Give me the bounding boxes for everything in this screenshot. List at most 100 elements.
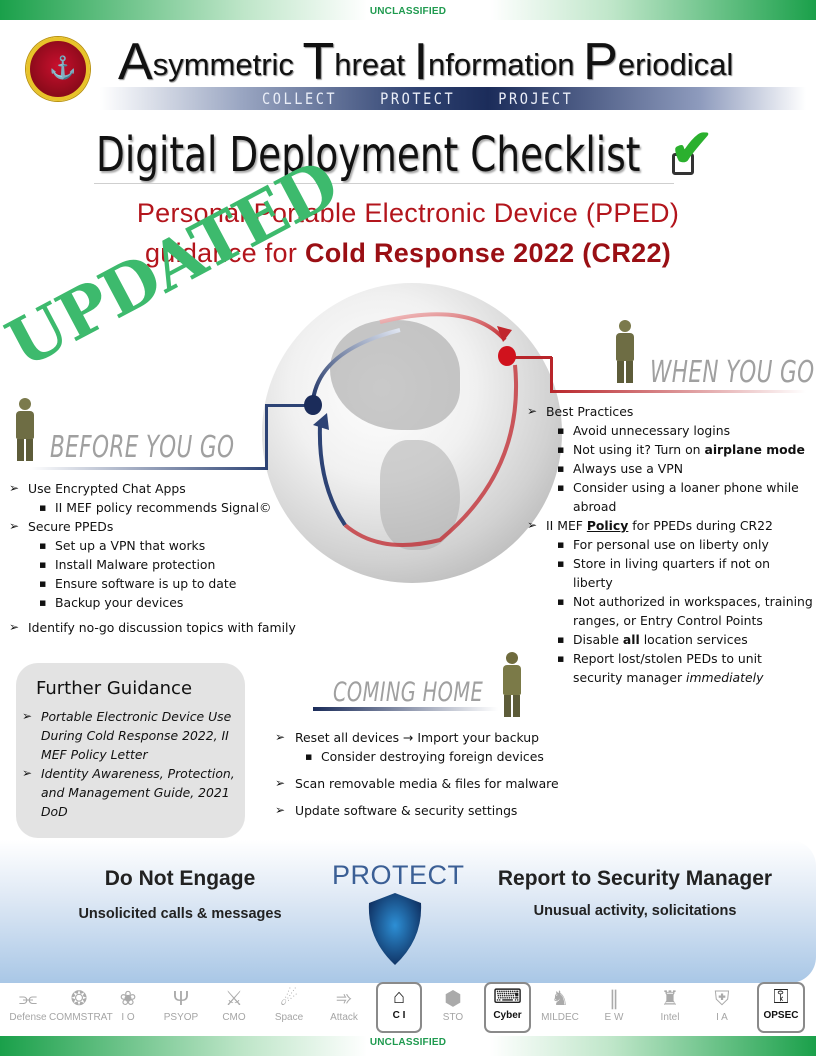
when-connector bbox=[550, 357, 553, 393]
officer-walking-icon bbox=[497, 652, 527, 717]
spy-hat-glasses-icon: ⌂ bbox=[392, 986, 406, 1008]
capability-label: Intel bbox=[660, 1012, 680, 1023]
home-connector bbox=[313, 707, 498, 711]
capability-io[interactable]: ❀ I O bbox=[103, 986, 153, 1034]
item-text: II MEF bbox=[546, 518, 587, 533]
list-subitem: Not authorized in workspaces, training r… bbox=[527, 592, 813, 630]
classification-banner-top: UNCLASSIFIED bbox=[0, 0, 816, 20]
reference-item: Portable Electronic Device Use During Co… bbox=[22, 707, 244, 764]
item-text: for PPEDs during CR22 bbox=[628, 518, 773, 533]
continent-shape bbox=[380, 440, 460, 550]
list-subitem: Store in living quarters if not on liber… bbox=[527, 554, 813, 592]
capability-defense[interactable]: ⫘ Defense bbox=[3, 986, 53, 1034]
do-not-engage-heading: Do Not Engage bbox=[104, 867, 256, 890]
capability-bar: ⫘ Defense ❂ COMMSTRAT ❀ I O Ψ PSYOP ⚔ CMO ☄ Sp… bbox=[0, 982, 816, 1036]
capability-label: Cyber bbox=[493, 1010, 522, 1021]
before-node-dot bbox=[304, 395, 322, 415]
list-item: II MEF Policy for PPEDs during CR22 bbox=[527, 516, 813, 535]
when-node-dot bbox=[498, 346, 516, 366]
capability-label: C I bbox=[392, 1010, 406, 1021]
capability-label: COMMSTRAT bbox=[49, 1012, 113, 1023]
capability-opsec[interactable]: ⚿ OPSEC bbox=[757, 982, 805, 1033]
item-text: Not using it? Turn on bbox=[573, 442, 705, 457]
list-item: Update software & security settings bbox=[275, 801, 585, 820]
capability-commstrat[interactable]: ❂ COMMSTRAT bbox=[49, 986, 113, 1034]
capability-intel[interactable]: ♜ Intel bbox=[645, 986, 695, 1034]
camera-aperture-icon: ❂ bbox=[70, 988, 88, 1010]
trojan-horse-icon: ♞ bbox=[551, 988, 569, 1010]
capability-cmo[interactable]: ⚔ CMO bbox=[209, 986, 259, 1034]
list-subitem: Always use a VPN bbox=[527, 459, 813, 478]
checkmark-icon: ✔ bbox=[670, 120, 714, 178]
word-rest: nformation bbox=[428, 47, 575, 82]
artillery-icon: ➾ bbox=[335, 988, 353, 1010]
list-item: Reset all devices → Import your backup bbox=[275, 728, 585, 747]
capability-cyber[interactable]: ⌨ Cyber bbox=[484, 982, 531, 1033]
before-checklist: Use Encrypted Chat Apps II MEF policy re… bbox=[9, 479, 319, 637]
padlock-open-icon: ⚿ bbox=[773, 986, 789, 1008]
capability-space[interactable]: ☄ Space bbox=[264, 986, 314, 1034]
phase-label-home: COMING HOME bbox=[333, 677, 484, 708]
report-heading: Report to Security Manager bbox=[497, 867, 773, 890]
list-subitem: Set up a VPN that works bbox=[9, 536, 319, 555]
capability-attack[interactable]: ➾ Attack bbox=[319, 986, 369, 1034]
capability-psyop[interactable]: Ψ PSYOP bbox=[156, 986, 206, 1034]
reference-item: Identity Awareness, Protection, and Mana… bbox=[22, 764, 244, 821]
exercise-name: Cold Response 2022 (CR22) bbox=[304, 238, 672, 268]
list-subitem: Not using it? Turn on airplane mode bbox=[527, 440, 813, 459]
document-shield-icon: ⛨ bbox=[714, 988, 730, 1010]
barbed-wire-icon: ⫘ bbox=[19, 988, 37, 1010]
item-text: Disable bbox=[573, 632, 623, 647]
capability-label: PSYOP bbox=[163, 1012, 199, 1023]
list-subitem: Install Malware protection bbox=[9, 555, 319, 574]
phase-label-when: WHEN YOU GO bbox=[650, 355, 815, 390]
phase-label-before: BEFORE YOU GO bbox=[50, 430, 235, 465]
word-rest: symmetric bbox=[152, 47, 294, 82]
capability-ci[interactable]: ⌂ C I bbox=[376, 982, 422, 1033]
brain-wreath-icon: ❀ bbox=[119, 988, 137, 1010]
handshake-icon: ⚔ bbox=[225, 988, 243, 1010]
item-emphasis: airplane mode bbox=[704, 442, 805, 457]
list-item: Best Practices bbox=[527, 402, 813, 421]
capability-ia[interactable]: ⛨ I A bbox=[697, 986, 747, 1034]
network-hands-icon: ⬢ bbox=[444, 988, 462, 1010]
list-subitem: Avoid unnecessary logins bbox=[527, 421, 813, 440]
soldier-rifle-icon bbox=[610, 320, 640, 383]
capability-ew[interactable]: ∥ E W bbox=[589, 986, 639, 1034]
before-connector bbox=[265, 404, 268, 470]
item-emphasis: immediately bbox=[686, 670, 764, 685]
word-cap: I bbox=[413, 33, 429, 91]
capability-label: OPSEC bbox=[763, 1010, 799, 1021]
word-cap: P bbox=[583, 33, 618, 91]
list-subitem: Consider destroying foreign devices bbox=[275, 747, 585, 766]
classification-label: UNCLASSIFIED bbox=[369, 1037, 447, 1048]
capability-label: I A bbox=[716, 1012, 728, 1023]
item-text: location services bbox=[639, 632, 748, 647]
report-subtext: Unusual activity, solicitations bbox=[533, 903, 737, 919]
subtitle-line-1: Personal Portable Electronic Device (PPE… bbox=[136, 198, 680, 228]
list-item: Scan removable media & files for malware bbox=[275, 774, 585, 793]
list-item: Secure PPEDs bbox=[9, 517, 319, 536]
do-not-engage-subtext: Unsolicited calls & messages bbox=[78, 906, 282, 922]
psi-icon: Ψ bbox=[172, 988, 190, 1010]
list-subitem: Ensure software is up to date bbox=[9, 574, 319, 593]
capability-label: CMO bbox=[222, 1012, 246, 1023]
capability-mildec[interactable]: ♞ MILDEC bbox=[535, 986, 585, 1034]
capability-label: E W bbox=[604, 1012, 624, 1023]
list-item: Identify no-go discussion topics with fa… bbox=[9, 618, 319, 637]
when-connector bbox=[550, 390, 806, 393]
capability-label: Space bbox=[274, 1012, 304, 1023]
capability-label: STO bbox=[442, 1012, 464, 1023]
list-subitem: Report lost/stolen PEDs to unit security… bbox=[527, 649, 813, 687]
before-connector bbox=[30, 467, 268, 470]
capability-label: I O bbox=[121, 1012, 135, 1023]
capability-label: Defense bbox=[9, 1012, 47, 1023]
satellite-icon: ☄ bbox=[280, 988, 298, 1010]
word-rest: eriodical bbox=[617, 47, 734, 82]
list-subitem: Consider using a loaner phone while abro… bbox=[527, 478, 813, 516]
capability-sto[interactable]: ⬢ STO bbox=[428, 986, 478, 1034]
soldier-phone-icon bbox=[10, 398, 40, 461]
list-subitem: For personal use on liberty only bbox=[527, 535, 813, 554]
capability-label: Attack bbox=[330, 1012, 358, 1023]
title-underline bbox=[94, 183, 674, 184]
